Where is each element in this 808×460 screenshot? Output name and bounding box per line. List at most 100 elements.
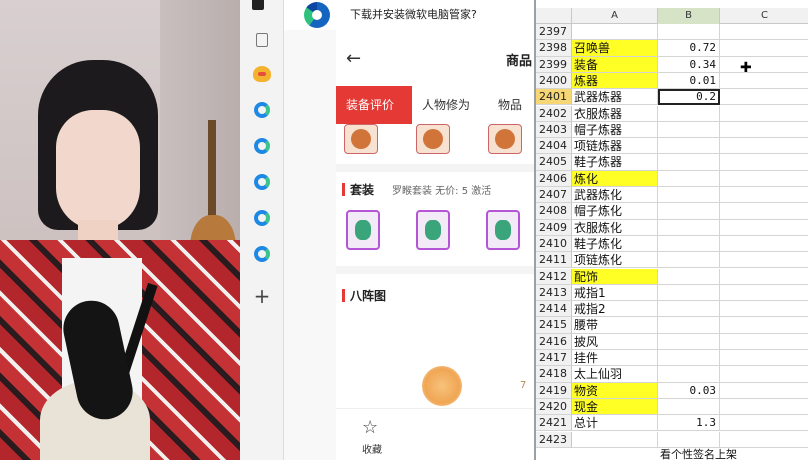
rail-edge-tab-3[interactable]	[250, 170, 274, 194]
row-number[interactable]: 2409	[536, 219, 572, 236]
cell-b[interactable]	[658, 333, 720, 350]
column-header-b[interactable]: B	[658, 8, 720, 24]
cell-c[interactable]	[720, 154, 808, 171]
row-number[interactable]: 2402	[536, 105, 572, 122]
tab-equipment-rating[interactable]: 装备评价	[336, 86, 412, 124]
row-number[interactable]: 2397	[536, 24, 572, 41]
equipment-item-icon[interactable]	[416, 124, 450, 154]
row-number[interactable]: 2401	[536, 89, 572, 106]
row-number[interactable]: 2414	[536, 301, 572, 318]
row-number[interactable]: 2410	[536, 235, 572, 253]
cell-b[interactable]	[658, 138, 720, 155]
row-number[interactable]: 2417	[536, 350, 572, 367]
cell-a[interactable]: 现金	[572, 398, 658, 416]
cell-b[interactable]	[658, 268, 720, 285]
cell-c[interactable]	[720, 187, 808, 204]
cell-b[interactable]	[658, 187, 720, 204]
cell-a[interactable]: 帽子炼器	[572, 121, 658, 139]
new-tab-button[interactable]: +	[250, 284, 274, 308]
row-number[interactable]: 2421	[536, 415, 572, 432]
cell-a[interactable]: 戒指1	[572, 284, 658, 302]
back-arrow-icon[interactable]: ←	[346, 48, 361, 69]
cell-a[interactable]	[572, 24, 658, 41]
cell-a[interactable]: 披风	[572, 333, 658, 350]
row-number[interactable]: 2406	[536, 170, 572, 187]
cell-a[interactable]: 帽子炼化	[572, 203, 658, 220]
row-number[interactable]: 2400	[536, 72, 572, 90]
rail-edge-tab-1[interactable]	[250, 98, 274, 122]
tab-character-cultivation[interactable]: 人物修为	[422, 86, 470, 124]
cell-a[interactable]: 武器炼器	[572, 89, 658, 106]
column-header-a[interactable]: A	[572, 8, 658, 24]
favorite-star-icon[interactable]: ☆	[362, 417, 378, 438]
row-number[interactable]: 2399	[536, 56, 572, 73]
cell-c[interactable]	[720, 57, 808, 73]
row-number[interactable]: 2398	[536, 40, 572, 57]
cell-a[interactable]: 召唤兽	[572, 40, 658, 57]
row-number[interactable]: 2412	[536, 268, 572, 285]
cell-c[interactable]	[720, 106, 808, 122]
cell-a[interactable]: 鞋子炼化	[572, 235, 658, 253]
cell-b[interactable]	[658, 301, 720, 318]
cell-c[interactable]	[720, 269, 808, 285]
cell-b[interactable]	[658, 154, 720, 171]
row-number[interactable]: 2413	[536, 284, 572, 302]
cell-c[interactable]	[720, 366, 808, 383]
row-number[interactable]: 2420	[536, 398, 572, 416]
cell-a[interactable]: 物资	[572, 382, 658, 399]
cell-a[interactable]: 衣服炼器	[572, 105, 658, 122]
cell-c[interactable]	[720, 40, 808, 57]
cell-c[interactable]	[720, 220, 808, 236]
cell-c[interactable]	[720, 122, 808, 139]
row-number[interactable]: 2416	[536, 333, 572, 350]
cell-c[interactable]	[720, 73, 808, 90]
cell-a[interactable]: 鞋子炼器	[572, 154, 658, 171]
row-number[interactable]: 2423	[536, 431, 572, 448]
cell-b[interactable]: 0.72	[658, 40, 720, 57]
cell-b[interactable]	[658, 317, 720, 334]
cell-c[interactable]	[720, 285, 808, 302]
cell-c[interactable]	[720, 334, 808, 350]
set-item-necklace-icon[interactable]	[346, 210, 380, 250]
cell-b[interactable]	[658, 366, 720, 383]
row-number[interactable]: 2404	[536, 138, 572, 155]
rail-edge-tab-4[interactable]	[250, 206, 274, 230]
cell-b[interactable]: 1.3	[658, 415, 720, 432]
cell-b[interactable]	[658, 284, 720, 302]
rail-game-item[interactable]	[250, 62, 274, 86]
equipment-item-icon[interactable]	[488, 124, 522, 154]
row-number[interactable]: 2403	[536, 121, 572, 139]
cell-b[interactable]: 0.34	[658, 56, 720, 73]
corner-cell[interactable]	[536, 8, 572, 24]
cell-c[interactable]	[720, 415, 808, 432]
tab-items[interactable]: 物品	[498, 86, 522, 124]
cell-b[interactable]	[658, 398, 720, 416]
row-number[interactable]: 2407	[536, 187, 572, 204]
cell-a[interactable]: 项链炼化	[572, 252, 658, 269]
cell-c[interactable]	[720, 171, 808, 187]
cell-a[interactable]: 武器炼化	[572, 187, 658, 204]
cell-b[interactable]	[658, 121, 720, 139]
equipment-item-icon[interactable]	[344, 124, 378, 154]
cell-a[interactable]: 太上仙羽	[572, 366, 658, 383]
cell-a[interactable]: 总计	[572, 415, 658, 432]
cell-c[interactable]	[720, 24, 808, 41]
row-number[interactable]: 2419	[536, 382, 572, 399]
cell-b[interactable]	[658, 350, 720, 367]
row-number[interactable]: 2405	[536, 154, 572, 171]
row-number[interactable]: 2415	[536, 317, 572, 334]
cell-a[interactable]: 戒指2	[572, 301, 658, 318]
cell-b[interactable]: 0.03	[658, 382, 720, 399]
cell-b[interactable]: 0.2	[658, 89, 720, 106]
cell-c[interactable]	[720, 138, 808, 155]
rail-notes-item[interactable]	[250, 28, 274, 52]
cell-a[interactable]: 配饰	[572, 268, 658, 285]
cell-b[interactable]: 0.01	[658, 72, 720, 90]
cell-b[interactable]	[658, 235, 720, 253]
cell-c[interactable]	[720, 252, 808, 269]
set-item-ring-icon[interactable]	[486, 210, 520, 250]
favorite-label[interactable]: 收藏	[362, 441, 382, 456]
cell-c[interactable]	[720, 399, 808, 416]
formation-emblem-icon[interactable]	[422, 366, 462, 406]
column-header-c[interactable]: C	[720, 8, 808, 24]
